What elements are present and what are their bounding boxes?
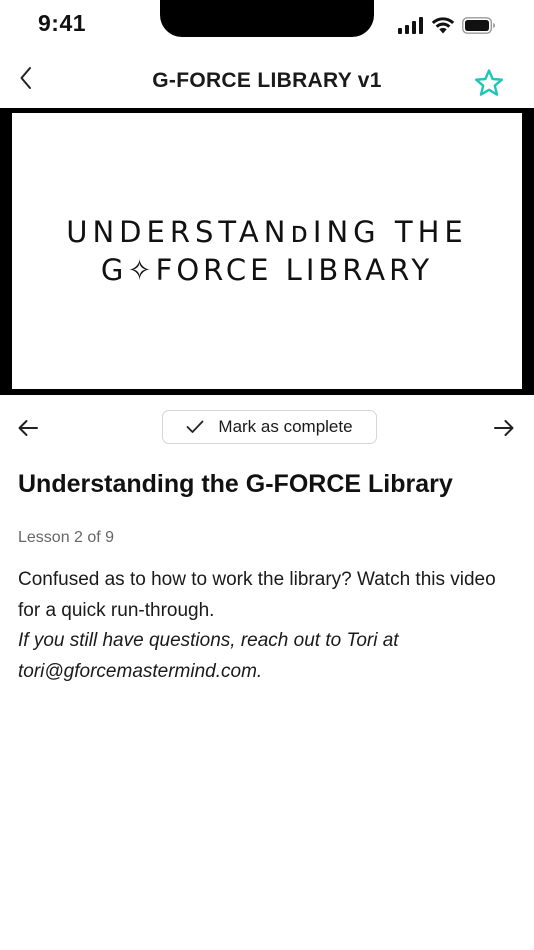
wifi-icon (431, 17, 455, 34)
star-outline-icon (475, 69, 503, 96)
cellular-signal-icon (398, 16, 423, 34)
lesson-count: Lesson 2 of 9 (18, 529, 115, 546)
arrow-right-icon (494, 420, 514, 436)
nav-header: G-FORCE LIBRARY v1 (0, 56, 534, 108)
mark-complete-button[interactable]: Mark as complete (162, 410, 377, 444)
favorite-button[interactable] (472, 66, 506, 100)
mark-complete-label: Mark as complete (218, 417, 353, 436)
status-bar: 9:41 (0, 0, 534, 52)
battery-icon (462, 16, 495, 34)
lesson-description: Confused as to how to work the library? … (18, 569, 496, 621)
checkmark-icon (187, 420, 204, 433)
page-title: G-FORCE LIBRARY v1 (152, 69, 382, 92)
lesson-title: Understanding the G-FORCE Library (18, 470, 453, 498)
arrow-left-icon (18, 420, 38, 436)
lesson-contact-note: If you still have questions, reach out t… (18, 630, 399, 682)
previous-lesson-button[interactable] (14, 414, 42, 442)
status-icons (398, 16, 496, 34)
device-notch (160, 0, 374, 37)
status-time: 9:41 (38, 10, 87, 36)
next-lesson-button[interactable] (490, 414, 518, 442)
video-play-area[interactable] (0, 108, 534, 395)
video-player[interactable]: UNDERSTANᴅING THE G✧FORCE LIBRARY (0, 108, 534, 395)
lesson-nav: Mark as complete (0, 408, 534, 448)
